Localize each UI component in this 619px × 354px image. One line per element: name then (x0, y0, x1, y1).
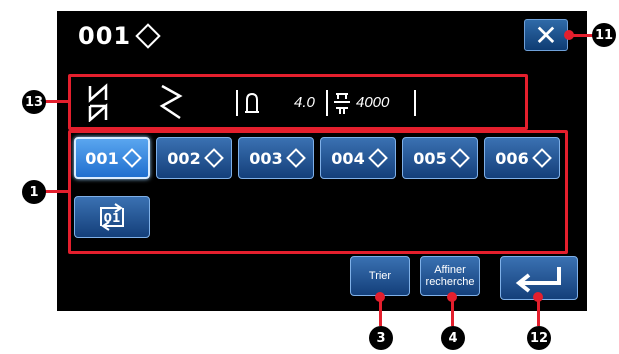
refine-label-line2: recherche (425, 276, 475, 288)
refine-label-line1: Affiner (434, 264, 466, 276)
sort-button[interactable]: Trier (350, 256, 410, 296)
refine-label: Affiner recherche (426, 264, 475, 288)
callout-dot (564, 30, 574, 40)
pattern-diamond-icon (367, 148, 388, 168)
close-icon: ✕ (534, 19, 558, 51)
callout-dot (375, 292, 385, 302)
divider (414, 90, 416, 116)
callout-dot (533, 292, 543, 302)
pattern-button-004[interactable]: 004 (320, 137, 396, 179)
pattern-button-006[interactable]: 006 (484, 137, 560, 179)
pattern-button-label: 005 (413, 148, 447, 168)
divider (326, 90, 328, 116)
speed-icon (334, 93, 350, 114)
pattern-diamond-icon (449, 148, 470, 168)
pattern-button-005[interactable]: 005 (402, 137, 478, 179)
speed-value: 4000 (356, 94, 390, 111)
lock-stitch-icon (88, 83, 108, 122)
pattern-button-label: 001 (85, 148, 119, 168)
sort-label: Trier (368, 270, 392, 282)
pattern-button-label: 003 (249, 148, 283, 168)
pattern-diamond-icon (121, 148, 142, 168)
pattern-button-label: 004 (331, 148, 365, 168)
close-button[interactable]: ✕ (524, 19, 568, 51)
stitch-length-value: 4.0 (294, 94, 315, 111)
pattern-diamond-icon (135, 23, 161, 49)
callout-12: 12 (527, 326, 551, 350)
callout-11: 11 (592, 23, 616, 47)
cycle-label: 01 (104, 211, 121, 225)
cycle-icon: 01 (100, 203, 124, 231)
callout-1: 1 (22, 180, 46, 204)
pattern-number: 001 (78, 22, 132, 50)
pattern-info-row: 4.0 4000 (80, 80, 520, 124)
callout-line (44, 100, 68, 103)
zigzag-icon (159, 84, 183, 120)
callout-3: 3 (369, 326, 393, 350)
pattern-button-label: 006 (495, 148, 529, 168)
callout-dot (447, 292, 457, 302)
divider (236, 90, 238, 116)
pattern-diamond-icon (203, 148, 224, 168)
pattern-button-001[interactable]: 001 (74, 137, 150, 179)
page-title: 001 (78, 22, 161, 50)
callout-line (44, 190, 68, 193)
pattern-diamond-icon (285, 148, 306, 168)
pattern-diamond-icon (531, 148, 552, 168)
cycle-pattern-button[interactable]: 01 (74, 196, 150, 238)
presser-foot-icon (245, 92, 259, 113)
callout-4: 4 (441, 326, 465, 350)
pattern-button-003[interactable]: 003 (238, 137, 314, 179)
callout-13: 13 (22, 90, 46, 114)
refine-search-button[interactable]: Affiner recherche (420, 256, 480, 296)
pattern-button-002[interactable]: 002 (156, 137, 232, 179)
pattern-button-label: 002 (167, 148, 201, 168)
